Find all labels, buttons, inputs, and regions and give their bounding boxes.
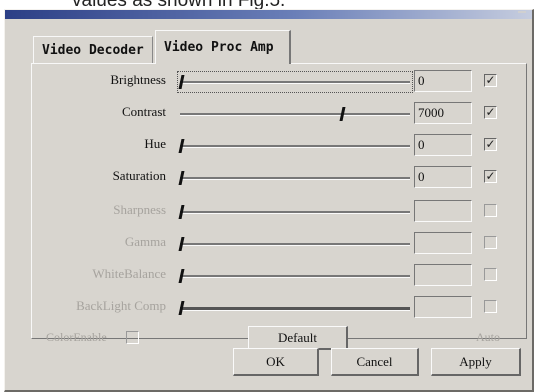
sharpness-value-field[interactable]	[414, 200, 472, 222]
row-gamma: Gamma	[32, 230, 526, 256]
whitebalance-label: WhiteBalance	[92, 266, 166, 281]
saturation-value-field[interactable]: 0	[414, 166, 472, 188]
saturation-label: Saturation	[112, 168, 166, 183]
properties-dialog: Video Decoder Video Proc Amp Brightness …	[4, 9, 534, 392]
slider-track	[180, 113, 410, 116]
slider-track	[180, 275, 410, 278]
slider-track	[180, 307, 410, 311]
row-sharpness: Sharpness	[32, 198, 526, 224]
tab-video-proc-amp[interactable]: Video Proc Amp	[155, 30, 291, 64]
backlight-value-field[interactable]	[414, 296, 472, 318]
contrast-label: Contrast	[121, 104, 166, 119]
brightness-value-field[interactable]: 0	[414, 70, 472, 92]
brightness-label: Brightness	[110, 72, 166, 87]
hue-value-field[interactable]: 0	[414, 134, 472, 156]
saturation-auto-checkbox[interactable]: ✓	[484, 170, 497, 183]
slider-track	[180, 177, 410, 180]
ok-button[interactable]: OK	[233, 348, 319, 376]
hue-auto-checkbox[interactable]: ✓	[484, 138, 497, 151]
row-brightness: Brightness 0 ✓	[32, 68, 526, 94]
gamma-auto-checkbox[interactable]	[484, 236, 497, 249]
contrast-slider[interactable]	[180, 106, 410, 122]
sharpness-label: Sharpness	[113, 202, 166, 217]
color-enable-checkbox[interactable]	[126, 331, 139, 344]
backlight-label: BackLight Comp	[76, 298, 166, 313]
backlight-auto-checkbox[interactable]	[484, 300, 497, 313]
minimize-icon[interactable]	[518, 11, 526, 13]
sharpness-slider[interactable]	[178, 204, 410, 220]
row-backlight: BackLight Comp	[32, 294, 526, 320]
default-button[interactable]: Default	[248, 326, 348, 350]
title-bar	[5, 10, 532, 19]
contrast-value-field[interactable]: 7000	[414, 102, 472, 124]
cancel-button[interactable]: Cancel	[331, 348, 419, 376]
backlight-slider[interactable]	[178, 300, 410, 316]
contrast-auto-checkbox[interactable]: ✓	[484, 106, 497, 119]
slider-track	[180, 81, 410, 84]
whitebalance-value-field[interactable]	[414, 264, 472, 286]
auto-label: Auto	[476, 330, 500, 344]
tab-video-decoder[interactable]: Video Decoder	[33, 36, 153, 64]
slider-track	[180, 145, 410, 148]
slider-track	[180, 243, 410, 246]
whitebalance-auto-checkbox[interactable]	[484, 268, 497, 281]
color-enable-label: ColorEnable	[46, 330, 107, 344]
panel-footer: ColorEnable Default Auto	[32, 326, 526, 350]
gamma-label: Gamma	[124, 234, 166, 249]
row-whitebalance: WhiteBalance	[32, 262, 526, 288]
whitebalance-slider[interactable]	[178, 268, 410, 284]
brightness-slider[interactable]	[177, 71, 413, 93]
sharpness-auto-checkbox[interactable]	[484, 204, 497, 217]
saturation-slider[interactable]	[178, 170, 410, 186]
proc-amp-panel: Brightness 0 ✓ Contrast 7000 ✓ Hue 0 ✓ S…	[31, 63, 527, 350]
apply-button[interactable]: Apply	[431, 348, 521, 376]
brightness-auto-checkbox[interactable]: ✓	[484, 74, 497, 87]
slider-track	[180, 211, 410, 214]
hue-label: Hue	[144, 136, 166, 151]
gamma-value-field[interactable]	[414, 232, 472, 254]
row-hue: Hue 0 ✓	[32, 132, 526, 158]
gamma-slider[interactable]	[178, 236, 410, 252]
row-saturation: Saturation 0 ✓	[32, 164, 526, 190]
hue-slider[interactable]	[178, 138, 410, 154]
row-contrast: Contrast 7000 ✓	[32, 100, 526, 126]
